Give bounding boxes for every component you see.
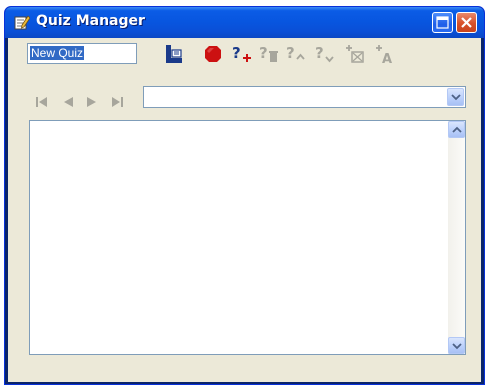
notepad-pencil-icon	[14, 15, 30, 30]
close-icon	[461, 17, 472, 28]
add-question-icon: ?	[232, 44, 251, 62]
add-question-button[interactable]: ?	[230, 42, 254, 66]
delete-question-button[interactable]: ?	[257, 42, 281, 66]
add-picture-button[interactable]	[343, 42, 367, 66]
previous-icon[interactable]	[61, 96, 75, 108]
maximize-button[interactable]	[432, 12, 453, 33]
last-icon[interactable]	[110, 96, 124, 108]
chevron-up-icon	[451, 126, 462, 133]
window-title: Quiz Manager	[36, 13, 145, 29]
maximize-icon	[436, 16, 449, 29]
close-button[interactable]	[456, 12, 477, 33]
save-icon	[166, 45, 182, 63]
save-button[interactable]	[162, 42, 186, 66]
quiz-name-value: New Quiz	[30, 46, 85, 60]
title-bar[interactable]: Quiz Manager	[5, 7, 484, 38]
stop-icon	[205, 46, 221, 62]
scroll-down-button[interactable]	[448, 337, 465, 354]
add-answer-icon: A	[376, 45, 392, 65]
svg-text:?: ?	[315, 44, 324, 62]
scroll-up-button[interactable]	[448, 121, 465, 138]
quiz-name-input[interactable]: New Quiz	[27, 43, 137, 64]
move-question-up-icon: ?	[286, 44, 305, 62]
first-icon[interactable]	[35, 96, 49, 108]
vertical-scrollbar[interactable]	[448, 121, 465, 354]
dropdown-button[interactable]	[447, 88, 464, 106]
question-select[interactable]	[143, 86, 466, 108]
stop-button[interactable]	[201, 42, 225, 66]
add-answer-button[interactable]: A	[373, 42, 397, 66]
svg-text:?: ?	[232, 44, 241, 62]
next-icon[interactable]	[85, 96, 99, 108]
chevron-down-icon	[451, 342, 462, 349]
svg-text:A: A	[382, 52, 392, 65]
move-question-down-button[interactable]: ?	[313, 42, 337, 66]
chevron-down-icon	[450, 94, 461, 101]
svg-text:?: ?	[286, 44, 295, 62]
move-question-down-icon: ?	[315, 44, 334, 63]
delete-question-icon: ?	[259, 44, 278, 62]
move-question-up-button[interactable]: ?	[284, 42, 308, 66]
svg-text:?: ?	[259, 44, 268, 62]
add-picture-icon	[346, 45, 364, 63]
question-list[interactable]	[29, 120, 466, 355]
